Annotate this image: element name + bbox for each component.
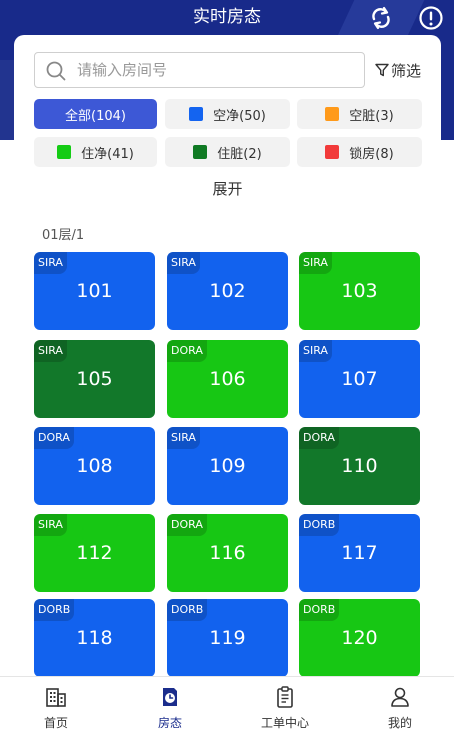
filter-chip-label: 空净(50) [213, 108, 266, 124]
nav-label: 首页 [43, 716, 68, 729]
status-color-swatch [325, 107, 340, 121]
room-status-tag: DORB [34, 599, 75, 621]
bottom-nav: 首页 房态 工单中心 我的 [0, 676, 454, 729]
expand-button[interactable]: 展开 [14, 178, 441, 199]
room-status-tag: SIRA [34, 340, 67, 362]
room-status-tag: DORB [299, 599, 340, 621]
search-box [34, 52, 365, 88]
nav-label: 房态 [157, 716, 182, 729]
room-tile[interactable]: 117 DORB [299, 514, 420, 592]
filter-chip[interactable]: 全部(104) [34, 99, 157, 129]
room-status-tag: SIRA [299, 340, 332, 362]
room-tile[interactable]: 118 DORB [34, 599, 155, 677]
room-status-tag: SIRA [167, 427, 200, 449]
room-tile[interactable]: 103 SIRA [299, 252, 420, 330]
nav-item-work-orders[interactable]: 工单中心 [245, 677, 325, 729]
filter-chip[interactable]: 住净(41) [34, 137, 157, 167]
room-tile[interactable]: 105 SIRA [34, 340, 155, 418]
filter-chip[interactable]: 空脏(3) [297, 99, 422, 129]
room-tile[interactable]: 102 SIRA [167, 252, 288, 330]
room-tile[interactable]: 110 DORA [299, 427, 420, 505]
room-tile[interactable]: 116 DORA [167, 514, 288, 592]
room-tile[interactable]: 108 DORA [34, 427, 155, 505]
nav-item-mine[interactable]: 我的 [360, 677, 440, 729]
floor-label: 01层/1 [42, 228, 85, 243]
nav-label: 我的 [387, 716, 412, 729]
room-status-tag: DORA [167, 340, 207, 362]
filter-icon [375, 63, 389, 77]
room-status-tag: SIRA [167, 252, 200, 274]
filter-label: 筛选 [391, 61, 422, 80]
room-status-tag: DORB [299, 514, 340, 536]
filter-chip-label: 空脏(3) [349, 108, 394, 124]
room-tile[interactable]: 112 SIRA [34, 514, 155, 592]
nav-label: 工单中心 [260, 716, 309, 729]
info-icon[interactable] [418, 5, 444, 31]
filter-chip[interactable]: 住脏(2) [165, 137, 290, 167]
building-icon [46, 688, 66, 707]
room-tile[interactable]: 119 DORB [167, 599, 288, 677]
status-color-swatch [189, 107, 204, 121]
room-tile[interactable]: 109 SIRA [167, 427, 288, 505]
filter-chip[interactable]: 锁房(8) [297, 137, 422, 167]
user-icon [391, 687, 409, 707]
room-status-icon [163, 688, 177, 706]
room-status-tag: DORA [34, 427, 74, 449]
room-status-tag: DORB [167, 599, 208, 621]
nav-item-home[interactable]: 首页 [16, 677, 96, 729]
nav-item-room-status[interactable]: 房态 [130, 677, 210, 729]
filter-chip-label: 住净(41) [81, 146, 134, 162]
room-status-tag: SIRA [34, 514, 67, 536]
filter-panel: 筛选 全部(104) 空净(50) 空脏(3) 住净(41) 住脏(2) 锁房(8) 展开 [14, 35, 441, 210]
room-tile[interactable]: 120 DORB [299, 599, 420, 677]
filter-chip-label: 全部(104) [65, 108, 126, 124]
clipboard-icon [277, 686, 293, 708]
status-color-swatch [193, 145, 208, 159]
search-input[interactable] [77, 59, 357, 81]
room-status-tag: DORA [299, 427, 339, 449]
room-tile[interactable]: 107 SIRA [299, 340, 420, 418]
filter-chip[interactable]: 空净(50) [165, 99, 290, 129]
room-tile[interactable]: 101 SIRA [34, 252, 155, 330]
filter-chip-label: 住脏(2) [217, 146, 262, 162]
status-color-swatch [57, 145, 72, 159]
room-status-tag: SIRA [34, 252, 67, 274]
room-tile[interactable]: 106 DORA [167, 340, 288, 418]
room-status-tag: DORA [167, 514, 207, 536]
search-icon [46, 61, 66, 81]
filter-button[interactable]: 筛选 [375, 59, 421, 81]
room-status-tag: SIRA [299, 252, 332, 274]
status-color-swatch [325, 145, 340, 159]
filter-chip-label: 锁房(8) [349, 146, 394, 162]
refresh-icon[interactable] [368, 5, 394, 31]
